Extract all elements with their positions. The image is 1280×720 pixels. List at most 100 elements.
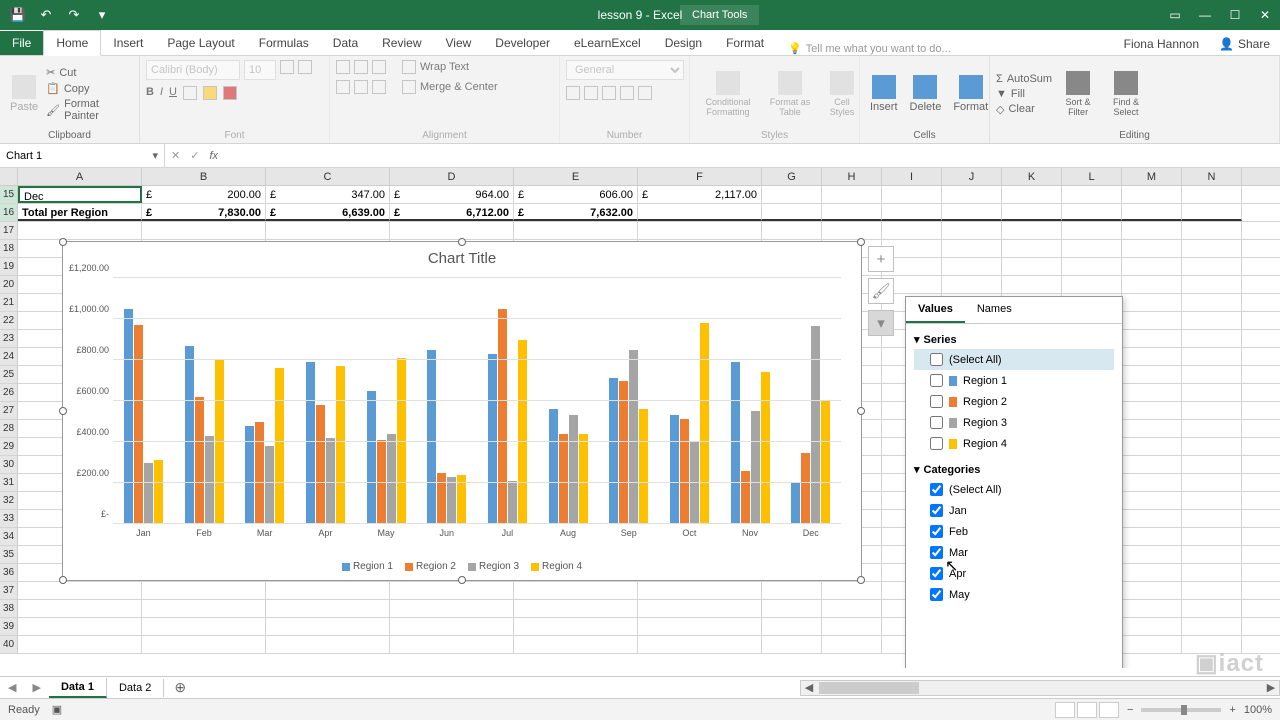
filter-select-all-categories[interactable]: (Select All)	[914, 479, 1114, 500]
cell[interactable]: Total per Region	[18, 204, 142, 221]
cell[interactable]	[514, 222, 638, 239]
cell[interactable]	[822, 618, 882, 635]
cell[interactable]	[1182, 636, 1242, 653]
cell[interactable]	[638, 582, 762, 599]
chart-legend[interactable]: Region 1Region 2Region 3Region 4	[63, 561, 861, 572]
row-header[interactable]: 25	[0, 366, 18, 383]
column-header[interactable]: E	[514, 168, 638, 185]
chart-bar[interactable]	[437, 473, 446, 524]
chart-bar[interactable]	[549, 409, 558, 524]
chart-bar[interactable]	[619, 381, 628, 525]
sheet-tab-data2[interactable]: Data 2	[107, 679, 164, 697]
chart-bar[interactable]	[488, 354, 497, 524]
row-header[interactable]: 20	[0, 276, 18, 293]
cell[interactable]	[1122, 582, 1182, 599]
cell-styles-button[interactable]: Cell Styles	[820, 69, 864, 119]
cell[interactable]	[1182, 564, 1242, 581]
cell[interactable]	[514, 582, 638, 599]
cancel-formula-icon[interactable]: ✕	[171, 149, 180, 162]
cell[interactable]	[762, 204, 822, 221]
cell[interactable]	[142, 618, 266, 635]
column-header[interactable]: I	[882, 168, 942, 185]
chart-bar[interactable]	[670, 415, 679, 524]
border-button[interactable]	[183, 86, 197, 100]
cell[interactable]	[1122, 600, 1182, 617]
chart-resize-handle[interactable]	[458, 238, 466, 246]
user-name[interactable]: Fiona Hannon	[1114, 33, 1209, 55]
align-top-icon[interactable]	[336, 60, 350, 74]
cell[interactable]	[1182, 222, 1242, 239]
grow-font-icon[interactable]	[280, 60, 294, 74]
cell[interactable]	[638, 600, 762, 617]
chart-bar[interactable]	[751, 411, 760, 524]
normal-view-button[interactable]	[1055, 702, 1075, 718]
name-box[interactable]: Chart 1 ▾	[0, 144, 165, 167]
cell[interactable]	[514, 636, 638, 653]
chart-resize-handle[interactable]	[458, 576, 466, 584]
chart-bar[interactable]	[255, 422, 264, 525]
cell[interactable]	[1122, 402, 1182, 419]
cell[interactable]	[1182, 366, 1242, 383]
page-break-view-button[interactable]	[1099, 702, 1119, 718]
number-format-select[interactable]: General	[566, 60, 684, 80]
row-header[interactable]: 19	[0, 258, 18, 275]
filter-tab-names[interactable]: Names	[965, 297, 1024, 323]
cell[interactable]	[1122, 546, 1182, 563]
format-as-table-button[interactable]: Format as Table	[764, 69, 816, 119]
cell[interactable]	[1002, 204, 1062, 221]
bar-group[interactable]	[538, 278, 599, 524]
cell[interactable]	[1122, 222, 1182, 239]
chart-resize-handle[interactable]	[59, 238, 67, 246]
cell[interactable]	[266, 636, 390, 653]
qat-dropdown-icon[interactable]: ▾	[92, 5, 112, 25]
cell[interactable]	[762, 600, 822, 617]
bar-group[interactable]	[477, 278, 538, 524]
cell[interactable]	[514, 618, 638, 635]
format-cells-button[interactable]: Format	[949, 73, 992, 115]
cell[interactable]	[1062, 258, 1122, 275]
scroll-right-icon[interactable]: ▶	[1263, 681, 1279, 695]
chart-bar[interactable]	[498, 309, 507, 524]
cell[interactable]	[1182, 474, 1242, 491]
cell[interactable]	[390, 636, 514, 653]
cell[interactable]: £964.00	[390, 186, 514, 203]
cell[interactable]	[1182, 438, 1242, 455]
cell[interactable]: £200.00	[142, 186, 266, 203]
cell[interactable]	[1002, 258, 1062, 275]
cell[interactable]	[762, 222, 822, 239]
find-select-button[interactable]: Find & Select	[1104, 69, 1148, 119]
sheet-nav-next-icon[interactable]: ▶	[24, 681, 48, 694]
cell[interactable]: Dec	[18, 186, 142, 203]
row-header[interactable]: 21	[0, 294, 18, 311]
chart-bar[interactable]	[761, 372, 770, 524]
ribbon-options-icon[interactable]: ▭	[1160, 0, 1190, 30]
cell[interactable]	[1182, 276, 1242, 293]
cell[interactable]	[1122, 384, 1182, 401]
bar-group[interactable]	[720, 278, 781, 524]
chart-bar[interactable]	[518, 340, 527, 525]
inc-dec-icon[interactable]	[620, 86, 634, 100]
row-header[interactable]: 16	[0, 204, 18, 221]
cell[interactable]	[1182, 528, 1242, 545]
filter-tab-values[interactable]: Values	[906, 297, 965, 323]
row-header[interactable]: 24	[0, 348, 18, 365]
filter-categories-header[interactable]: ▾Categories	[914, 460, 1114, 479]
filter-category-item[interactable]: Jan	[914, 500, 1114, 521]
cell[interactable]	[142, 582, 266, 599]
ribbon-tab-home[interactable]: Home	[43, 30, 101, 56]
chart-bar[interactable]	[731, 362, 740, 524]
cell[interactable]	[822, 186, 882, 203]
comma-icon[interactable]	[602, 86, 616, 100]
align-mid-icon[interactable]	[354, 60, 368, 74]
cell[interactable]	[1182, 582, 1242, 599]
filter-series-item[interactable]: Region 4	[914, 433, 1114, 454]
row-header[interactable]: 34	[0, 528, 18, 545]
name-box-dropdown-icon[interactable]: ▾	[152, 149, 158, 162]
cell[interactable]	[18, 600, 142, 617]
bar-group[interactable]	[356, 278, 417, 524]
cell[interactable]	[142, 600, 266, 617]
cell[interactable]	[1122, 474, 1182, 491]
align-left-icon[interactable]	[336, 80, 350, 94]
cell[interactable]	[18, 582, 142, 599]
filter-category-item[interactable]: May	[914, 584, 1114, 605]
